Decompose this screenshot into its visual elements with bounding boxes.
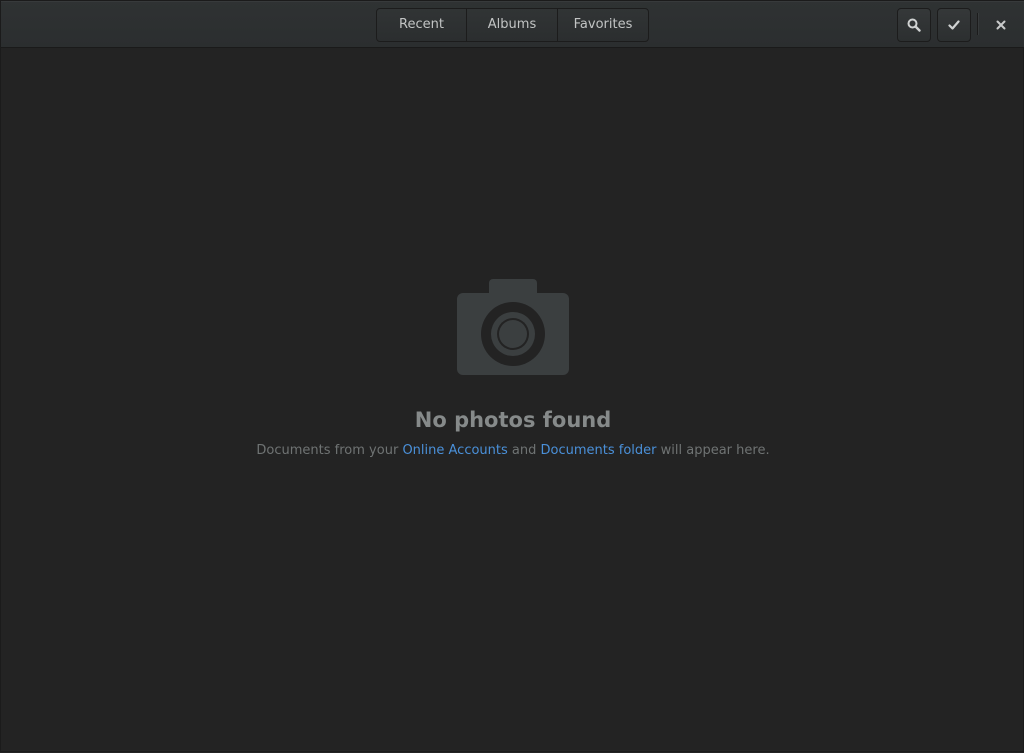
headerbar-separator [977, 13, 978, 35]
tab-recent[interactable]: Recent [377, 9, 467, 41]
view-switcher: Recent Albums Favorites [376, 8, 649, 42]
tab-albums[interactable]: Albums [467, 9, 558, 41]
search-button[interactable] [897, 8, 931, 42]
checkmark-icon [948, 20, 960, 30]
tab-favorites[interactable]: Favorites [558, 9, 648, 41]
description-prefix: Documents from your [256, 443, 403, 458]
documents-folder-link[interactable]: Documents folder [541, 443, 657, 458]
close-icon [996, 20, 1006, 30]
camera-icon [457, 279, 569, 375]
description-middle: and [507, 443, 541, 458]
close-button[interactable] [984, 8, 1018, 42]
empty-state: No photos found Documents from your Onli… [1, 48, 1024, 753]
description-suffix: will appear here. [656, 443, 770, 458]
headerbar: Recent Albums Favorites [1, 1, 1024, 48]
empty-state-title: No photos found [414, 408, 612, 432]
search-icon [907, 18, 921, 32]
online-accounts-link[interactable]: Online Accounts [402, 443, 507, 458]
empty-state-description: Documents from your Online Accounts and … [1, 443, 1024, 458]
selection-mode-button[interactable] [937, 8, 971, 42]
photos-window: Recent Albums Favorites No photos found … [0, 0, 1024, 752]
